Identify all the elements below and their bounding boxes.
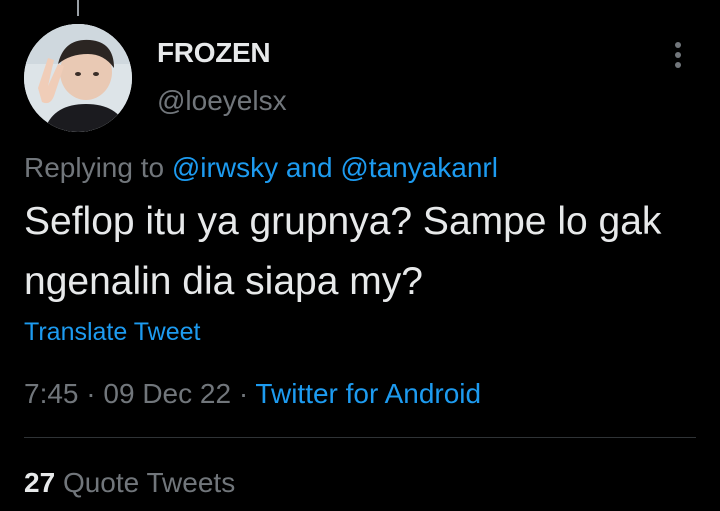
translate-tweet-link[interactable]: Translate Tweet	[24, 318, 200, 347]
more-vertical-icon[interactable]	[666, 38, 690, 72]
avatar[interactable]	[24, 24, 132, 132]
author-display-name[interactable]: FROZEN	[157, 37, 271, 69]
meta-separator: ·	[238, 378, 249, 409]
quote-tweets-stat[interactable]: 27 Quote Tweets	[24, 467, 235, 499]
divider	[24, 437, 696, 438]
mention-link-tanyakanrl[interactable]: @tanyakanrl	[340, 152, 498, 183]
quote-count: 27	[24, 467, 56, 498]
mention-conjunction[interactable]: and	[286, 152, 333, 183]
author-handle[interactable]: @loeyelsx	[157, 85, 287, 117]
mention-link-irwsky[interactable]: @irwsky	[172, 152, 278, 183]
tweet-metadata: 7:45 · 09 Dec 22 · Twitter for Android	[24, 378, 481, 410]
replying-to-line: Replying to @irwsky and @tanyakanrl	[24, 152, 498, 184]
avatar-image	[24, 24, 132, 132]
meta-separator: ·	[86, 378, 96, 409]
replying-prefix: Replying to	[24, 152, 165, 183]
tweet-source-link[interactable]: Twitter for Android	[255, 378, 481, 409]
tweet-time[interactable]: 7:45	[24, 378, 79, 409]
tweet-date[interactable]: 09 Dec 22	[103, 378, 231, 409]
thread-connector-line	[77, 0, 79, 16]
quote-label: Quote Tweets	[62, 467, 236, 498]
tweet-text: Seflop itu ya grupnya? Sampe lo gak ngen…	[24, 200, 662, 303]
